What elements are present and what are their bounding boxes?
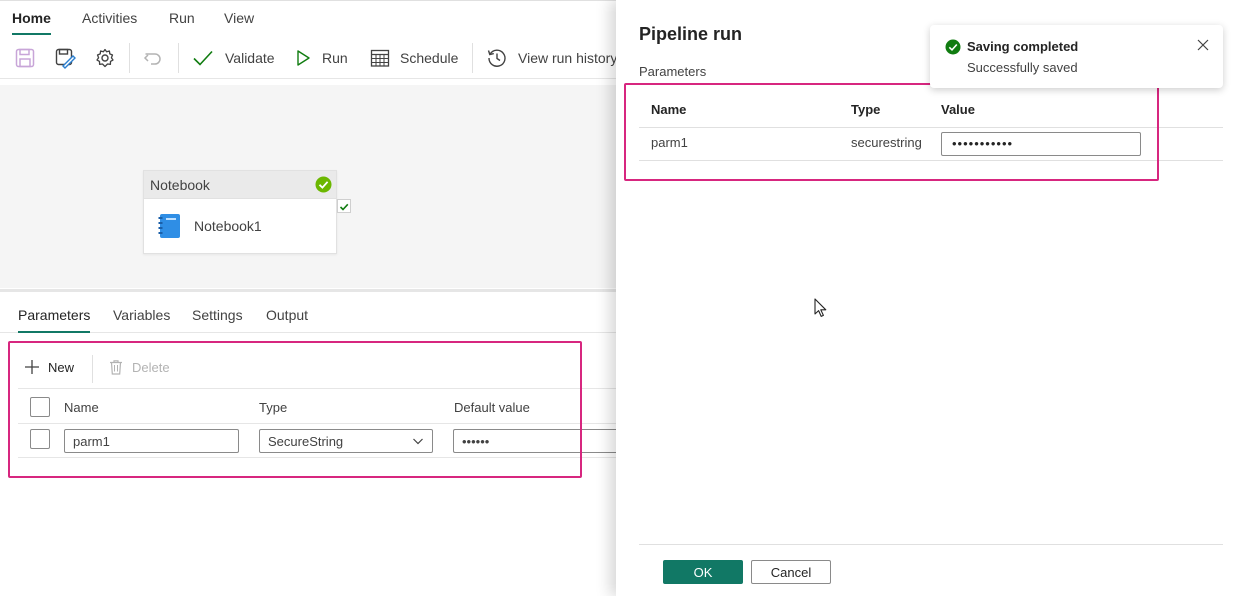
run-parameter-name: parm1 — [651, 135, 688, 150]
run-button[interactable]: Run — [294, 45, 348, 71]
trash-icon — [110, 360, 122, 375]
column-header-name: Name — [651, 102, 687, 117]
column-header-value: Value — [941, 102, 975, 117]
tab-activities[interactable]: Activities — [82, 10, 137, 26]
schedule-button[interactable]: Schedule — [370, 45, 458, 71]
run-parameters-header: Name Type Value — [639, 92, 1223, 128]
parameter-name-input[interactable]: parm1 — [64, 429, 239, 453]
notebook-icon — [158, 214, 180, 238]
toolbar-divider — [178, 43, 179, 73]
ok-button[interactable]: OK — [663, 560, 743, 584]
run-parameter-type: securestring — [851, 135, 922, 150]
history-icon — [487, 49, 506, 67]
activity-body: Notebook1 — [144, 199, 336, 253]
ribbon-tabs: Home Activities Run View — [0, 1, 616, 35]
toolbar-divider — [92, 355, 93, 383]
pipeline-run-panel: Pipeline run Parameters Name Type Value … — [616, 0, 1239, 596]
tab-output[interactable]: Output — [266, 307, 308, 323]
view-run-history-button[interactable]: View run history — [486, 45, 617, 71]
close-icon[interactable] — [1196, 38, 1210, 52]
column-header-default-value: Default value — [454, 400, 530, 415]
toast-message: Successfully saved — [967, 60, 1078, 75]
row-checkbox[interactable] — [30, 429, 50, 449]
tab-parameters[interactable]: Parameters — [18, 307, 91, 333]
column-header-type: Type — [851, 102, 881, 117]
undo-button[interactable] — [142, 45, 164, 71]
parameters-table-header: Name Type Default value — [18, 388, 616, 424]
tab-run[interactable]: Run — [169, 10, 195, 26]
pipeline-canvas[interactable]: Notebook Notebook1 — [0, 85, 616, 288]
validate-button[interactable]: Validate — [191, 45, 275, 71]
activity-success-connector[interactable] — [337, 199, 351, 213]
run-parameter-value-input[interactable]: ••••••••••• — [941, 132, 1141, 156]
save-button[interactable] — [14, 45, 36, 71]
new-label: New — [48, 359, 75, 375]
gear-icon — [96, 48, 114, 68]
parameter-type-select[interactable]: SecureString — [259, 429, 433, 453]
delete-label: Delete — [132, 359, 170, 375]
column-header-type: Type — [259, 400, 288, 415]
undo-icon — [143, 53, 161, 65]
small-check-icon — [339, 203, 349, 211]
success-check-icon — [315, 176, 332, 193]
parameter-type-value: SecureString — [268, 434, 344, 449]
saving-toast: Saving completed Successfully saved — [930, 25, 1223, 88]
tab-view[interactable]: View — [224, 10, 254, 26]
view-run-history-label: View run history — [518, 50, 618, 66]
save-as-button[interactable] — [54, 45, 76, 71]
activity-header: Notebook — [144, 171, 336, 199]
checkmark-icon — [193, 50, 213, 66]
settings-button[interactable] — [94, 45, 116, 71]
run-label: Run — [322, 50, 348, 66]
toolbar-divider — [129, 43, 130, 73]
mouse-cursor-icon — [814, 298, 827, 317]
parameters-section-label: Parameters — [639, 64, 707, 79]
footer-divider — [639, 544, 1223, 545]
parameter-default-value-input[interactable]: •••••• — [453, 429, 623, 453]
table-row: parm1 securestring ••••••••••• — [639, 128, 1223, 161]
tab-home[interactable]: Home — [12, 10, 51, 35]
cancel-button[interactable]: Cancel — [751, 560, 831, 584]
plus-icon — [25, 360, 39, 374]
bottom-tabs: Parameters Variables Settings Output — [0, 293, 616, 333]
pane-splitter[interactable] — [0, 289, 616, 292]
column-header-name: Name — [64, 400, 99, 415]
activity-name: Notebook1 — [194, 218, 262, 234]
notebook-activity[interactable]: Notebook Notebook1 — [143, 170, 337, 254]
play-icon — [297, 50, 310, 66]
new-parameter-button[interactable]: New — [24, 359, 74, 375]
chevron-down-icon — [413, 438, 423, 445]
calendar-icon — [370, 49, 390, 67]
parameters-toolbar: New Delete — [18, 353, 598, 385]
save-edit-icon — [55, 48, 76, 69]
activity-type-label: Notebook — [150, 176, 210, 193]
table-row: parm1 SecureString •••••• — [18, 424, 623, 458]
pipeline-editor: Home Activities Run View Validate Run Sc… — [0, 0, 623, 596]
success-icon — [945, 39, 961, 55]
toolbar: Validate Run Schedule View run history — [0, 37, 617, 79]
validate-label: Validate — [225, 50, 275, 66]
delete-parameter-button[interactable]: Delete — [108, 359, 170, 375]
toolbar-divider — [472, 43, 473, 73]
save-icon — [15, 48, 35, 68]
schedule-label: Schedule — [400, 50, 459, 66]
tab-settings[interactable]: Settings — [192, 307, 243, 323]
select-all-checkbox[interactable] — [30, 397, 50, 417]
tab-variables[interactable]: Variables — [113, 307, 170, 323]
toast-title: Saving completed — [967, 39, 1079, 54]
panel-title: Pipeline run — [639, 24, 743, 44]
